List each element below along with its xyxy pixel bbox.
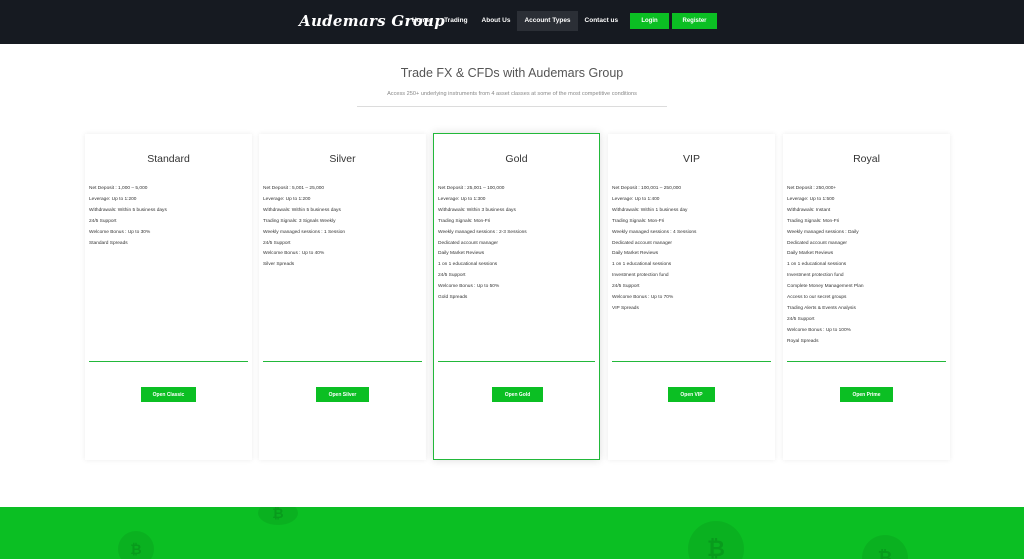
- feature-item: Dedicated account manager: [787, 240, 847, 246]
- feature-item: Welcome Bonus : Up to 100%: [787, 327, 851, 333]
- feature-item: Trading Signals: 3 Signals Weekly: [263, 218, 336, 224]
- open-classic-button[interactable]: Open Classic: [141, 387, 196, 402]
- bitcoin-icon: ₿: [118, 531, 154, 559]
- feature-item: Withdrawals: Within 3 business days: [438, 207, 516, 213]
- feature-item: Gold Spreads: [438, 295, 468, 301]
- register-button[interactable]: Register: [672, 13, 717, 29]
- open-prime-button[interactable]: Open Prime: [840, 387, 893, 402]
- feature-item: 1 on 1 educational sessions: [612, 262, 672, 268]
- feature-item: Daily Market Reviews: [438, 251, 485, 257]
- feature-item: Weekly managed sessions : 1 Session: [263, 229, 346, 235]
- card-title: Gold: [505, 153, 528, 165]
- page-subtitle: Access 250+ underlying instruments from …: [387, 91, 637, 97]
- account-card-vip: VIP Net Deposit : 100,001 – 250,000 Leve…: [608, 134, 775, 460]
- nav-account-types[interactable]: Account Types: [517, 11, 578, 31]
- main-nav: Home Trading About Us Account Types Cont…: [405, 11, 625, 31]
- feature-item: Withdrawals: Within 5 business days: [89, 207, 167, 213]
- feature-item: Trading Signals: Mon-Fri: [438, 218, 491, 224]
- feature-item: Daily Market Reviews: [787, 251, 834, 257]
- feature-item: Weekly managed sessions : 4 Sessions: [612, 229, 697, 235]
- page-title: Trade FX & CFDs with Audemars Group: [400, 66, 624, 80]
- feature-item: Withdrawals: Instant: [787, 207, 831, 213]
- card-divider: [787, 361, 946, 362]
- feature-item: Leverage: Up to 1:200: [263, 196, 311, 202]
- bitcoin-icon: ₿: [862, 535, 908, 559]
- feature-item: Net Deposit : 250,000+: [787, 186, 837, 191]
- feature-item: Dedicated account manager: [612, 240, 672, 246]
- feature-item: Leverage: Up to 1:400: [612, 196, 660, 202]
- feature-list: Net Deposit : 5,001 – 25,000 Leverage: U…: [263, 184, 422, 271]
- feature-item: Investment protection fund: [787, 273, 844, 279]
- feature-item: Net Deposit : 1,000 – 5,000: [89, 186, 148, 191]
- feature-item: Net Deposit : 100,001 – 250,000: [612, 186, 682, 191]
- feature-item: Access to our secret groups: [787, 295, 847, 301]
- feature-list: Net Deposit : 250,000+ Leverage: Up to 1…: [787, 184, 946, 348]
- account-card-standard: Standard Net Deposit : 1,000 – 5,000 Lev…: [85, 134, 252, 460]
- card-title: VIP: [683, 153, 700, 165]
- feature-item: Complete Money Management Plan: [787, 284, 864, 290]
- account-card-silver: Silver Net Deposit : 5,001 – 25,000 Leve…: [259, 134, 426, 460]
- feature-item: Weekly managed sessions : 2-3 Sessions: [438, 229, 527, 235]
- login-button[interactable]: Login: [630, 13, 669, 29]
- feature-item: Leverage: Up to 1:300: [438, 196, 486, 202]
- feature-list: Net Deposit : 100,001 – 250,000 Leverage…: [612, 184, 771, 315]
- open-silver-button[interactable]: Open Silver: [316, 387, 369, 402]
- nav-trading[interactable]: Trading: [437, 11, 474, 31]
- bitcoin-icon: ₿: [688, 521, 744, 559]
- feature-item: 24/5 Support: [612, 284, 640, 290]
- feature-item: Leverage: Up to 1:200: [89, 196, 137, 202]
- feature-item: Investment protection fund: [612, 273, 669, 279]
- feature-item: Standard Spreads: [89, 240, 128, 246]
- feature-item: Withdrawals: Within 1 business day: [612, 207, 688, 213]
- title-divider: [357, 106, 667, 107]
- card-divider: [263, 361, 422, 362]
- account-card-gold: Gold Net Deposit : 25,001 – 100,000 Leve…: [433, 133, 600, 460]
- feature-item: 1 on 1 educational sessions: [787, 262, 847, 268]
- feature-item: Welcome Bonus : Up to 70%: [612, 295, 674, 301]
- feature-item: VIP Spreads: [612, 305, 639, 311]
- account-card-royal: Royal Net Deposit : 250,000+ Leverage: U…: [783, 134, 950, 460]
- open-gold-button[interactable]: Open Gold: [492, 387, 543, 402]
- feature-list: Net Deposit : 1,000 – 5,000 Leverage: Up…: [89, 184, 248, 249]
- nav-contact-us[interactable]: Contact us: [578, 11, 626, 31]
- nav-home[interactable]: Home: [405, 11, 437, 31]
- feature-item: 1 on 1 educational sessions: [438, 262, 498, 268]
- feature-item: Net Deposit : 5,001 – 25,000: [263, 186, 325, 191]
- card-title: Royal: [853, 153, 880, 165]
- feature-item: Net Deposit : 25,001 – 100,000: [438, 186, 505, 191]
- feature-item: Welcome Bonus : Up to 50%: [438, 284, 500, 290]
- feature-list: Net Deposit : 25,001 – 100,000 Leverage:…: [438, 184, 595, 304]
- card-divider: [438, 361, 595, 362]
- nav-about-us[interactable]: About Us: [475, 11, 518, 31]
- feature-item: Daily Market Reviews: [612, 251, 659, 257]
- feature-item: Welcome Bonus : Up to 30%: [89, 229, 151, 235]
- footer-banner: ₿ ₿ ₿ ₿: [0, 507, 1024, 559]
- card-title: Standard: [147, 153, 190, 165]
- feature-item: Weekly managed sessions : Daily: [787, 229, 859, 235]
- open-vip-button[interactable]: Open VIP: [668, 387, 715, 402]
- feature-item: Trading Alerts & Events Analysis: [787, 305, 856, 311]
- top-navbar: Audemars Group Home Trading About Us Acc…: [0, 0, 1024, 44]
- card-divider: [612, 361, 771, 362]
- feature-item: Royal Spreads: [787, 338, 819, 344]
- feature-item: Leverage: Up to 1:500: [787, 196, 835, 202]
- feature-item: Trading Signals: Mon-Fri: [787, 218, 840, 224]
- feature-item: Withdrawals: Within 5 business days: [263, 207, 341, 213]
- feature-item: 24/5 Support: [438, 273, 466, 279]
- feature-item: Silver Spreads: [263, 262, 295, 268]
- bitcoin-icon: ₿: [258, 507, 298, 525]
- card-divider: [89, 361, 248, 362]
- feature-item: Welcome Bonus : Up to 40%: [263, 251, 325, 257]
- feature-item: Dedicated account manager: [438, 240, 498, 246]
- feature-item: 24/5 Support: [787, 316, 815, 322]
- feature-item: 24/5 Support: [263, 240, 291, 246]
- card-title: Silver: [329, 153, 356, 165]
- feature-item: 24/5 Support: [89, 218, 117, 224]
- feature-item: Trading Signals: Mon-Fri: [612, 218, 665, 224]
